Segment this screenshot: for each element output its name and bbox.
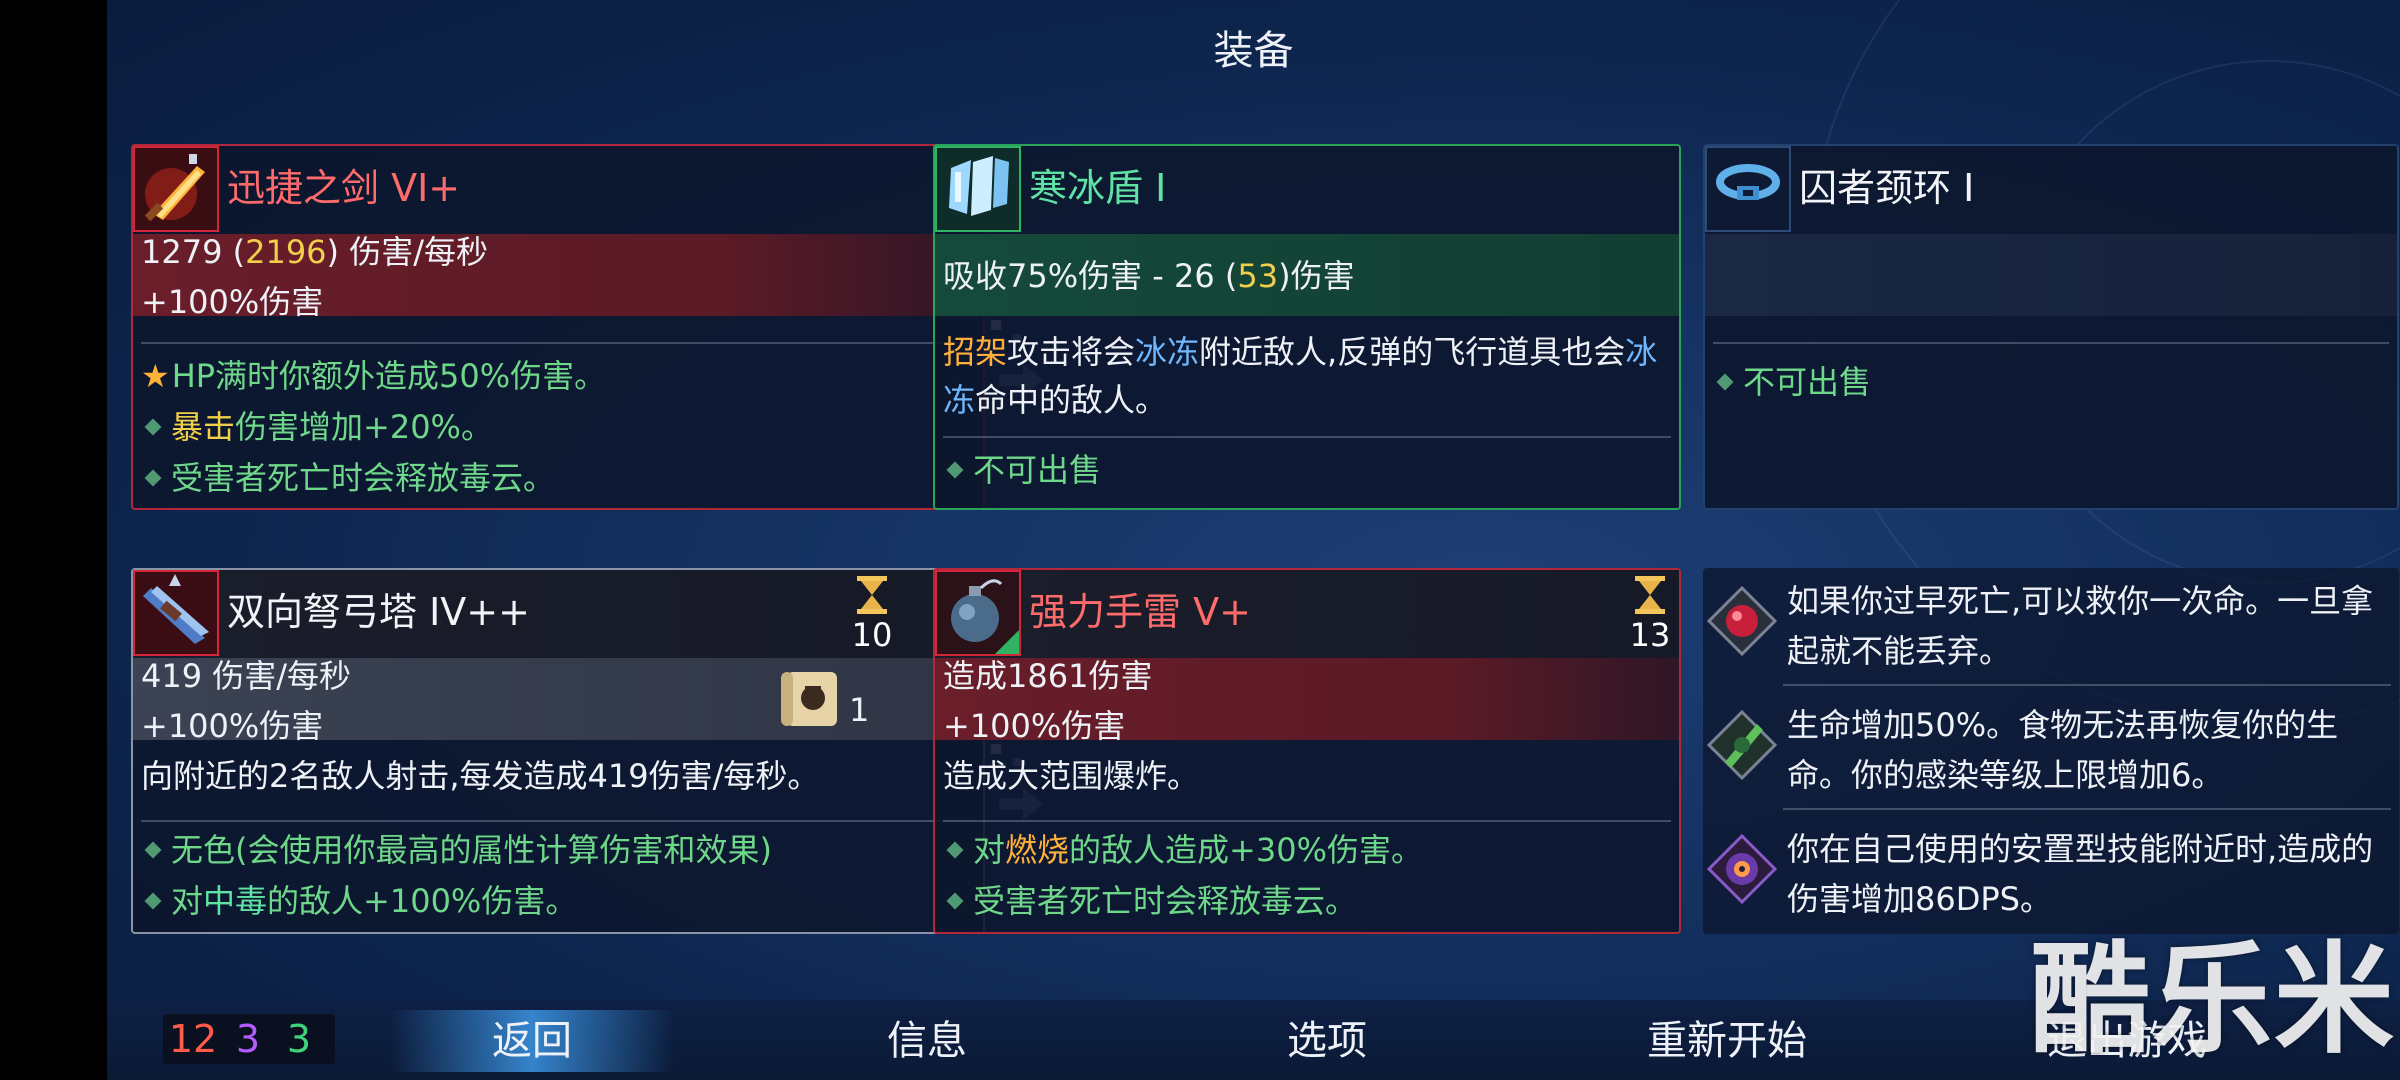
cooldown-hourglass-icon <box>855 576 889 614</box>
skill-description: 造成大范围爆炸。 <box>943 757 1200 795</box>
mutation-text: 生命增加50%。食物无法再恢复你的生命。你的感染等级上限增加6。 <box>1787 706 2339 794</box>
divider <box>1713 342 2389 344</box>
mutation-text: 如果你过早死亡,可以救你一次命。一旦拿起就不能丢弃。 <box>1787 582 2374 670</box>
skill-description: 向附近的2名敌人射击,每发造成419伤害/每秒。 <box>141 757 820 795</box>
skill-affix: 受害者死亡时会释放毒云。 <box>943 877 1357 925</box>
diamond-bullet-icon <box>946 841 964 859</box>
mutation-row[interactable]: 如果你过早死亡,可以救你一次命。一旦拿起就不能丢弃。 <box>1703 568 2399 694</box>
skill-card-secondary[interactable]: 强力手雷 V+ 13 造成1861伤害 +100%伤害 造成大范围爆炸。 对燃烧… <box>933 568 1681 934</box>
divider <box>943 820 1671 822</box>
survival-count: 3 <box>286 1017 312 1061</box>
green-blade-icon <box>1706 709 1778 781</box>
info-button[interactable]: 信息 <box>827 1010 1027 1072</box>
shield-affix: 不可出售 <box>943 446 1101 494</box>
shield-name: 寒冰盾 I <box>1029 166 1167 210</box>
options-button[interactable]: 选项 <box>1227 1010 1427 1072</box>
amulet-affix: 不可出售 <box>1713 358 1871 406</box>
skill-cooldown: 10 <box>851 616 893 654</box>
back-button[interactable]: 返回 <box>389 1010 675 1072</box>
divider <box>943 436 1671 438</box>
divider <box>1783 684 2391 686</box>
tactics-count: 3 <box>235 1017 261 1061</box>
collar-icon <box>1705 146 1791 232</box>
black-side-bar <box>0 0 107 1080</box>
weapon-affix: ★HP满时你额外造成50%伤害。 <box>141 357 607 395</box>
amulet-name: 囚者颈环 I <box>1799 166 1975 210</box>
page-title: 装备 <box>1213 28 1294 74</box>
skill-dps: 419 伤害/每秒 <box>141 657 352 695</box>
shield-block-stat: 吸收75%伤害 - 26 (53)伤害 <box>943 257 1355 295</box>
scroll-fist-icon <box>781 666 845 732</box>
skill-affix: 对燃烧的敌人造成+30%伤害。 <box>943 826 1423 874</box>
mutations-panel: 如果你过早死亡,可以救你一次命。一旦拿起就不能丢弃。 生命增加50%。食物无法再… <box>1703 568 2399 934</box>
diamond-bullet-icon <box>144 469 162 487</box>
purple-eye-icon <box>1706 833 1778 905</box>
skill-name: 强力手雷 V+ <box>1029 590 1251 634</box>
weapon-affix: 暴击伤害增加+20%。 <box>141 403 493 451</box>
skill-bonus: +100%伤害 <box>943 707 1126 745</box>
crossbow-turret-icon <box>133 570 219 656</box>
shield-description: 招架攻击将会冰冻附近敌人,反弹的飞行道具也会冰冻命中的敌人。 <box>943 333 1658 419</box>
scroll-stats: 12 3 3 <box>163 1014 335 1064</box>
restart-button[interactable]: 重新开始 <box>1607 1010 1847 1072</box>
ice-shield-icon <box>935 146 1021 232</box>
brutality-count: 12 <box>168 1017 218 1061</box>
weapon-name: 迅捷之剑 VI+ <box>227 166 461 210</box>
sword-icon <box>133 146 219 232</box>
skill-affix: 无色(会使用你最高的属性计算伤害和效果) <box>141 826 772 874</box>
diamond-bullet-icon <box>946 892 964 910</box>
grenade-icon <box>935 570 1021 656</box>
amulet-card[interactable]: 囚者颈环 I 不可出售 <box>1703 144 2399 510</box>
diamond-bullet-icon <box>946 461 964 479</box>
shield-card[interactable]: 寒冰盾 I 吸收75%伤害 - 26 (53)伤害 招架攻击将会冰冻附近敌人,反… <box>933 144 1681 510</box>
skill-card-primary[interactable]: 双向弩弓塔 IV++ 10 419 伤害/每秒 +100%伤害 1 向附近的2名… <box>131 568 985 934</box>
star-icon: ★ <box>141 357 170 395</box>
diamond-bullet-icon <box>144 418 162 436</box>
stat-band <box>1705 234 2397 316</box>
skill-affix: 对中毒的敌人+100%伤害。 <box>141 877 577 925</box>
scroll-count: 1 <box>849 691 870 729</box>
heart-shield-icon <box>1706 585 1778 657</box>
cooldown-hourglass-icon <box>1633 576 1667 614</box>
divider <box>141 342 975 344</box>
watermark: 酷乐米 <box>2030 931 2396 1070</box>
skill-cooldown: 13 <box>1629 616 1671 654</box>
weapon-bonus: +100%伤害 <box>141 283 324 321</box>
mutation-row[interactable]: 生命增加50%。食物无法再恢复你的生命。你的感染等级上限增加6。 <box>1703 692 2399 818</box>
weapon-dps: 1279 (2196) 伤害/每秒 <box>141 233 488 271</box>
divider <box>141 820 975 822</box>
diamond-bullet-icon <box>144 841 162 859</box>
divider <box>1783 808 2391 810</box>
diamond-bullet-icon <box>144 892 162 910</box>
skill-damage: 造成1861伤害 <box>943 657 1153 695</box>
diamond-bullet-icon <box>1716 373 1734 391</box>
skill-name: 双向弩弓塔 IV++ <box>227 590 530 634</box>
weapon-affix: 受害者死亡时会释放毒云。 <box>141 454 555 502</box>
weapon-card-primary[interactable]: 迅捷之剑 VI+ 1279 (2196) 伤害/每秒 +100%伤害 ★HP满时… <box>131 144 985 510</box>
skill-bonus: +100%伤害 <box>141 707 324 745</box>
